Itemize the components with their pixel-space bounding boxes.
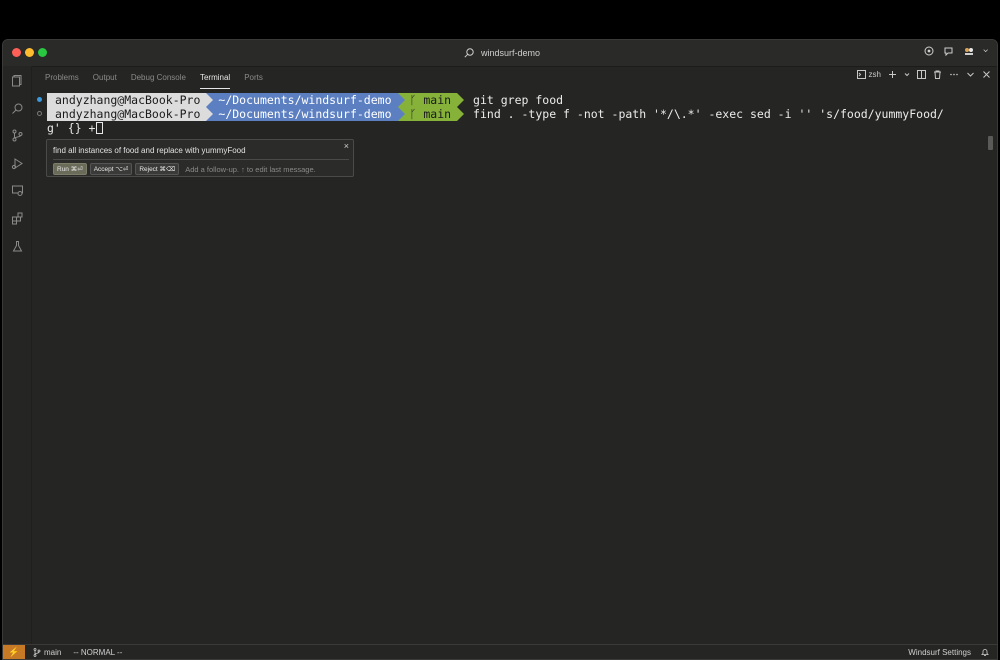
windsurf-settings-button[interactable]: Windsurf Settings [908,648,971,657]
prompt-user: andyzhang@MacBook-Pro [47,107,214,121]
close-panel-icon[interactable] [982,70,991,79]
chat-prompt-text: find all instances of food and replace w… [53,146,246,155]
more-actions-icon[interactable] [949,70,959,79]
prompt-user: andyzhang@MacBook-Pro [47,93,214,107]
tab-ports[interactable]: Ports [244,70,263,85]
shell-label: zsh [868,70,881,79]
close-icon[interactable]: × [344,141,349,151]
terminal-line: andyzhang@MacBook-Pro ~/Documents/windsu… [47,107,944,121]
follow-up-input[interactable]: Add a follow-up. ↑ to edit last message. [185,165,316,174]
tab-debug-console[interactable]: Debug Console [131,70,186,85]
window-title: windsurf-demo [481,48,541,58]
split-terminal-icon[interactable] [917,70,926,79]
terminal-icon [856,70,866,79]
tab-output[interactable]: Output [93,70,117,85]
remote-indicator[interactable]: ⚡ [3,645,25,659]
accounts-icon[interactable] [963,45,975,57]
vim-mode: -- NORMAL -- [73,647,123,657]
maximize-panel-icon[interactable] [966,70,975,79]
chevron-down-icon[interactable] [904,70,910,79]
terminal-scrollbar[interactable] [988,136,993,150]
command-text: git grep food [473,93,564,107]
activity-bar [3,66,32,645]
maximize-window-button[interactable] [38,48,47,57]
command-center[interactable]: windsurf-demo [463,45,540,61]
chat-divider [53,159,349,160]
terminal-cursor [96,122,104,134]
prompt-git-branch: ᚴ main [397,107,465,121]
tab-terminal[interactable]: Terminal [199,70,231,89]
close-window-button[interactable] [12,48,21,57]
app-window: windsurf-demo Problems Output Debug Cons… [2,39,998,660]
panel-tab-bar: Problems Output Debug Console Terminal P… [31,66,997,89]
source-control-icon[interactable] [11,129,24,142]
extensions-icon[interactable] [11,212,24,225]
tab-problems[interactable]: Problems [45,70,79,85]
panel-actions: zsh [856,70,991,79]
command-pending-decoration[interactable] [37,111,42,116]
status-branch[interactable]: main [33,648,61,657]
command-text: find . -type f -not -path '*/\.*' -exec … [473,107,944,121]
terminal-line: andyzhang@MacBook-Pro ~/Documents/windsu… [47,93,563,107]
search-view-icon[interactable] [11,102,24,115]
git-branch-icon [33,647,41,657]
status-right: Windsurf Settings [908,645,989,659]
new-terminal-icon[interactable] [888,70,897,79]
search-icon [464,48,474,58]
minimize-window-button[interactable] [25,48,34,57]
remote-explorer-icon[interactable] [11,184,24,197]
status-branch-label: main [44,647,62,657]
prompt-git-branch: ᚴ main [397,93,465,107]
trash-icon[interactable] [933,70,942,79]
terminal-line-continuation: g' {} + [47,121,104,135]
chat-actions: Run ⌘⏎ Accept ⌥⏎ Reject ⌘⌫ Add a follow-… [53,163,316,175]
command-continuation: g' {} + [47,121,96,135]
chevron-down-icon[interactable] [983,45,991,57]
title-actions [923,45,991,57]
git-branch-icon: ᚴ [409,107,417,121]
git-branch-icon: ᚴ [409,93,417,107]
copilot-icon[interactable] [923,45,935,57]
title-bar: windsurf-demo [3,40,997,67]
bell-icon[interactable] [981,648,989,657]
chat-icon[interactable] [943,45,955,57]
explorer-icon[interactable] [11,74,24,87]
reject-button[interactable]: Reject ⌘⌫ [135,163,180,175]
status-bar: ⚡ main -- NORMAL -- Windsurf Settings [3,644,997,659]
run-button[interactable]: Run ⌘⏎ [53,163,87,175]
accept-button[interactable]: Accept ⌥⏎ [89,163,133,175]
prompt-path: ~/Documents/windsurf-demo [206,93,405,107]
command-success-decoration[interactable] [37,97,42,102]
testing-icon[interactable] [11,240,24,253]
inline-chat-widget: find all instances of food and replace w… [46,139,354,177]
terminal-shell-selector[interactable]: zsh [856,70,881,79]
prompt-path: ~/Documents/windsurf-demo [206,107,405,121]
run-debug-icon[interactable] [11,157,24,170]
